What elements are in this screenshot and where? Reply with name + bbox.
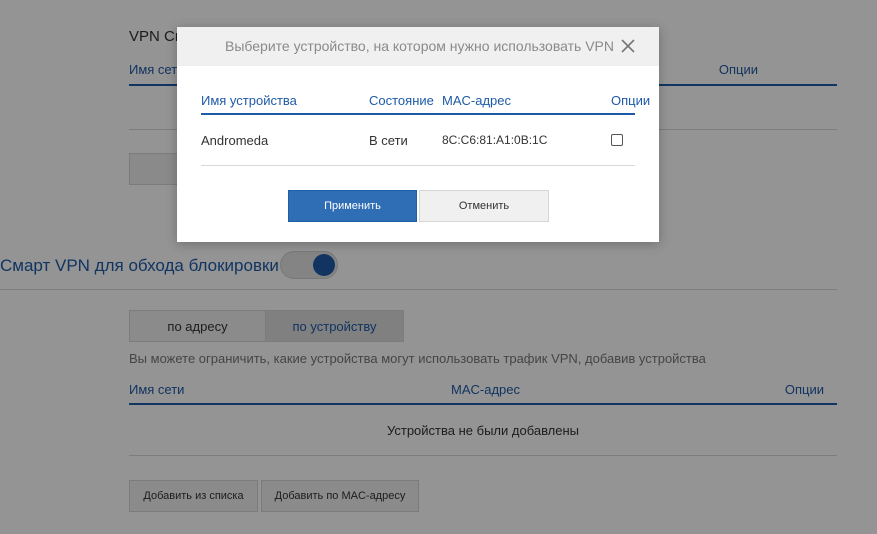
select-device-dialog: Выберите устройство, на котором нужно ис… xyxy=(177,27,659,242)
column-state: Состояние xyxy=(369,93,434,108)
device-state: В сети xyxy=(369,133,408,148)
dialog-title: Выберите устройство, на котором нужно ис… xyxy=(225,38,614,54)
cancel-button[interactable]: Отменить xyxy=(419,190,549,222)
close-icon[interactable] xyxy=(619,37,637,55)
column-options: Опции xyxy=(611,93,651,108)
device-checkbox[interactable] xyxy=(611,134,623,146)
apply-button[interactable]: Применить xyxy=(288,190,417,222)
dialog-header: Выберите устройство, на котором нужно ис… xyxy=(177,27,659,66)
dialog-table-header: Имя устройства Состояние MAC-адрес Опции xyxy=(201,93,650,115)
device-name: Andromeda xyxy=(201,133,269,148)
table-row: Andromeda В сети 8C:C6:81:A1:0B:1C xyxy=(201,115,635,166)
column-device-name: Имя устройства xyxy=(201,93,297,108)
column-mac: MAC-адрес xyxy=(442,93,511,108)
device-mac: 8C:C6:81:A1:0B:1C xyxy=(442,133,548,147)
